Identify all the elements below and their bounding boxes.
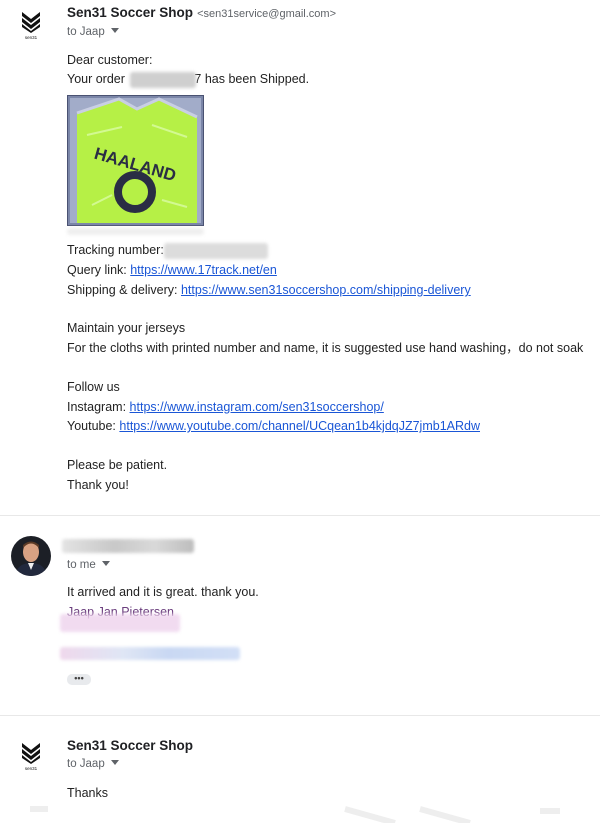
maintain-title: Maintain your jerseys [67,321,186,335]
redacted-sender-name [62,539,194,553]
patience-text: Please be patient. [67,458,168,472]
order-status-line: Your order 7 has been Shipped. [67,70,309,90]
redacted-image-caption [67,228,204,235]
sender-name[interactable]: Sen31 Soccer Shop <sen31service@gmail.com… [67,5,336,20]
youtube-line: Youtube: https://www.youtube.com/channel… [67,417,480,437]
query-link-line: Query link: https://www.17track.net/en [67,261,277,281]
recipient-label: to Jaap [67,758,105,770]
recipient-dropdown[interactable]: to me [67,559,110,571]
avatar[interactable] [11,536,51,576]
reply-text: Thanks [67,786,108,800]
query-link[interactable]: https://www.17track.net/en [130,263,277,277]
redacted-order-number [130,71,197,88]
shipping-line: Shipping & delivery: https://www.sen31so… [67,281,471,301]
instagram-label: Instagram: [67,400,127,414]
bottom-fade-overlay [0,805,600,823]
instagram-link[interactable]: https://www.instagram.com/sen31soccersho… [130,400,384,414]
redacted-tracking-number [164,242,269,259]
greeting: Dear customer: [67,53,153,67]
message-2: to me It arrived and it is great. thank … [0,516,600,714]
order-suffix: 7 has been Shipped. [194,72,310,86]
sen31-logo-icon[interactable]: sen31 [20,741,42,771]
product-image[interactable]: HAALAND [67,95,204,226]
query-label: Query link: [67,263,127,277]
svg-text:sen31: sen31 [25,766,38,771]
recipient-dropdown[interactable]: to Jaap [67,26,119,38]
show-trimmed-content-button[interactable]: ••• [67,674,91,685]
youtube-label: Youtube: [67,419,116,433]
redacted-phone [60,647,240,660]
redacted-signature-overlay [60,614,180,632]
order-prefix: Your order [67,72,125,86]
sender-name[interactable]: Sen31 Soccer Shop [67,738,193,753]
chevron-down-icon[interactable] [110,28,119,34]
message-1: sen31 Sen31 Soccer Shop <sen31service@gma… [0,0,600,515]
recipient-label: to me [67,559,96,571]
chevron-down-icon[interactable] [101,561,110,567]
shipping-link[interactable]: https://www.sen31soccershop.com/shipping… [181,283,471,297]
instagram-line: Instagram: https://www.instagram.com/sen… [67,398,384,418]
tracking-label: Tracking number: [67,243,164,257]
shipping-label: Shipping & delivery: [67,283,178,297]
tracking-line: Tracking number: [67,241,269,261]
recipient-dropdown[interactable]: to Jaap [67,758,119,770]
sender-name-text[interactable]: Sen31 Soccer Shop [67,5,193,20]
sender-email: <sen31service@gmail.com> [197,8,337,20]
reply-text: It arrived and it is great. thank you. [67,585,259,599]
thank-you-text: Thank you! [67,478,129,492]
chevron-down-icon[interactable] [110,760,119,766]
svg-text:sen31: sen31 [25,35,38,40]
youtube-link[interactable]: https://www.youtube.com/channel/UCqean1b… [119,419,480,433]
recipient-label: to Jaap [67,26,105,38]
sen31-logo-icon[interactable]: sen31 [20,10,42,40]
follow-title: Follow us [67,380,120,394]
maintain-text: For the cloths with printed number and n… [67,341,584,355]
